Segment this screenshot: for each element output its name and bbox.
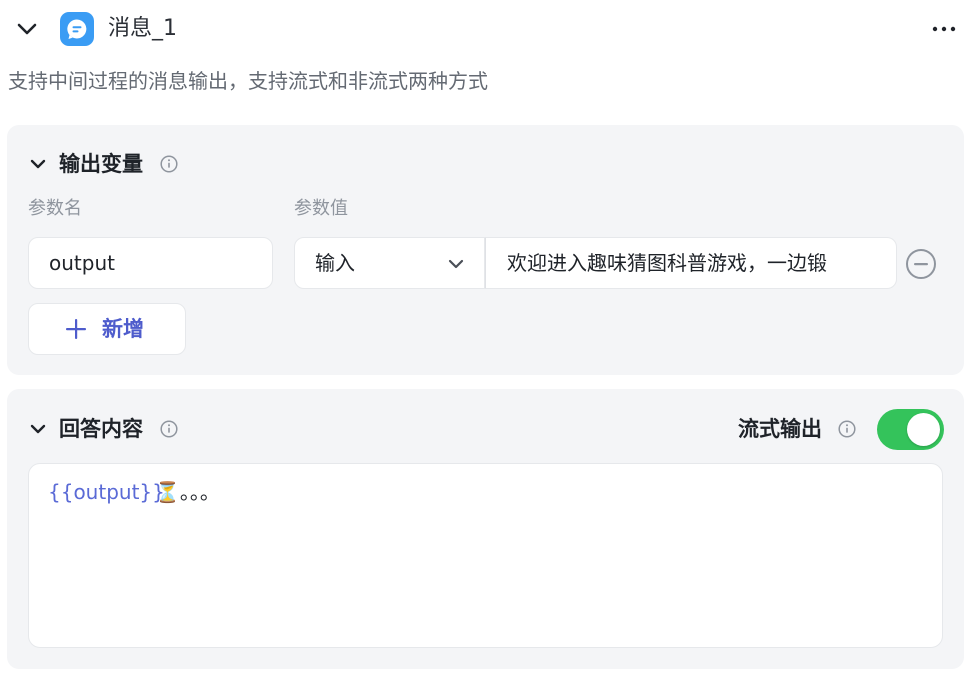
node-description: 支持中间过程的消息输出，支持流式和非流式两种方式 xyxy=(8,69,488,93)
param-name-value: output xyxy=(49,251,115,275)
answer-content-title: 回答内容 xyxy=(59,417,143,441)
param-name-column-label: 参数名 xyxy=(28,198,82,219)
collapse-node-chevron-icon[interactable] xyxy=(14,16,40,42)
stream-output-label: 流式输出 xyxy=(738,417,822,441)
toggle-knob xyxy=(907,413,940,446)
stream-output-toggle[interactable] xyxy=(877,409,944,450)
chat-bubble-icon xyxy=(60,12,94,46)
collapse-output-chevron-icon[interactable] xyxy=(27,153,49,175)
add-variable-label: 新增 xyxy=(102,317,144,341)
remove-row-icon[interactable] xyxy=(905,248,937,280)
param-value-column-label: 参数值 xyxy=(294,198,348,219)
answer-content-text: ⏳。。。 xyxy=(155,480,220,504)
param-value-input[interactable]: 欢迎进入趣味猜图科普游戏，一边锻 xyxy=(485,237,897,289)
info-icon[interactable] xyxy=(838,420,856,438)
output-variables-title: 输出变量 xyxy=(59,152,143,176)
chevron-down-icon xyxy=(445,253,467,275)
more-options-icon[interactable] xyxy=(926,14,962,44)
param-type-select[interactable]: 输入 xyxy=(294,237,485,289)
plus-icon xyxy=(65,318,87,340)
param-value-text: 欢迎进入趣味猜图科普游戏，一边锻 xyxy=(507,251,827,275)
info-icon[interactable] xyxy=(160,155,178,173)
collapse-answer-chevron-icon[interactable] xyxy=(27,418,49,440)
param-name-input[interactable]: output xyxy=(28,237,273,289)
answer-variable-token[interactable]: {{output}} xyxy=(48,478,165,506)
node-title[interactable]: 消息_1 xyxy=(108,14,177,44)
info-icon[interactable] xyxy=(160,420,178,438)
